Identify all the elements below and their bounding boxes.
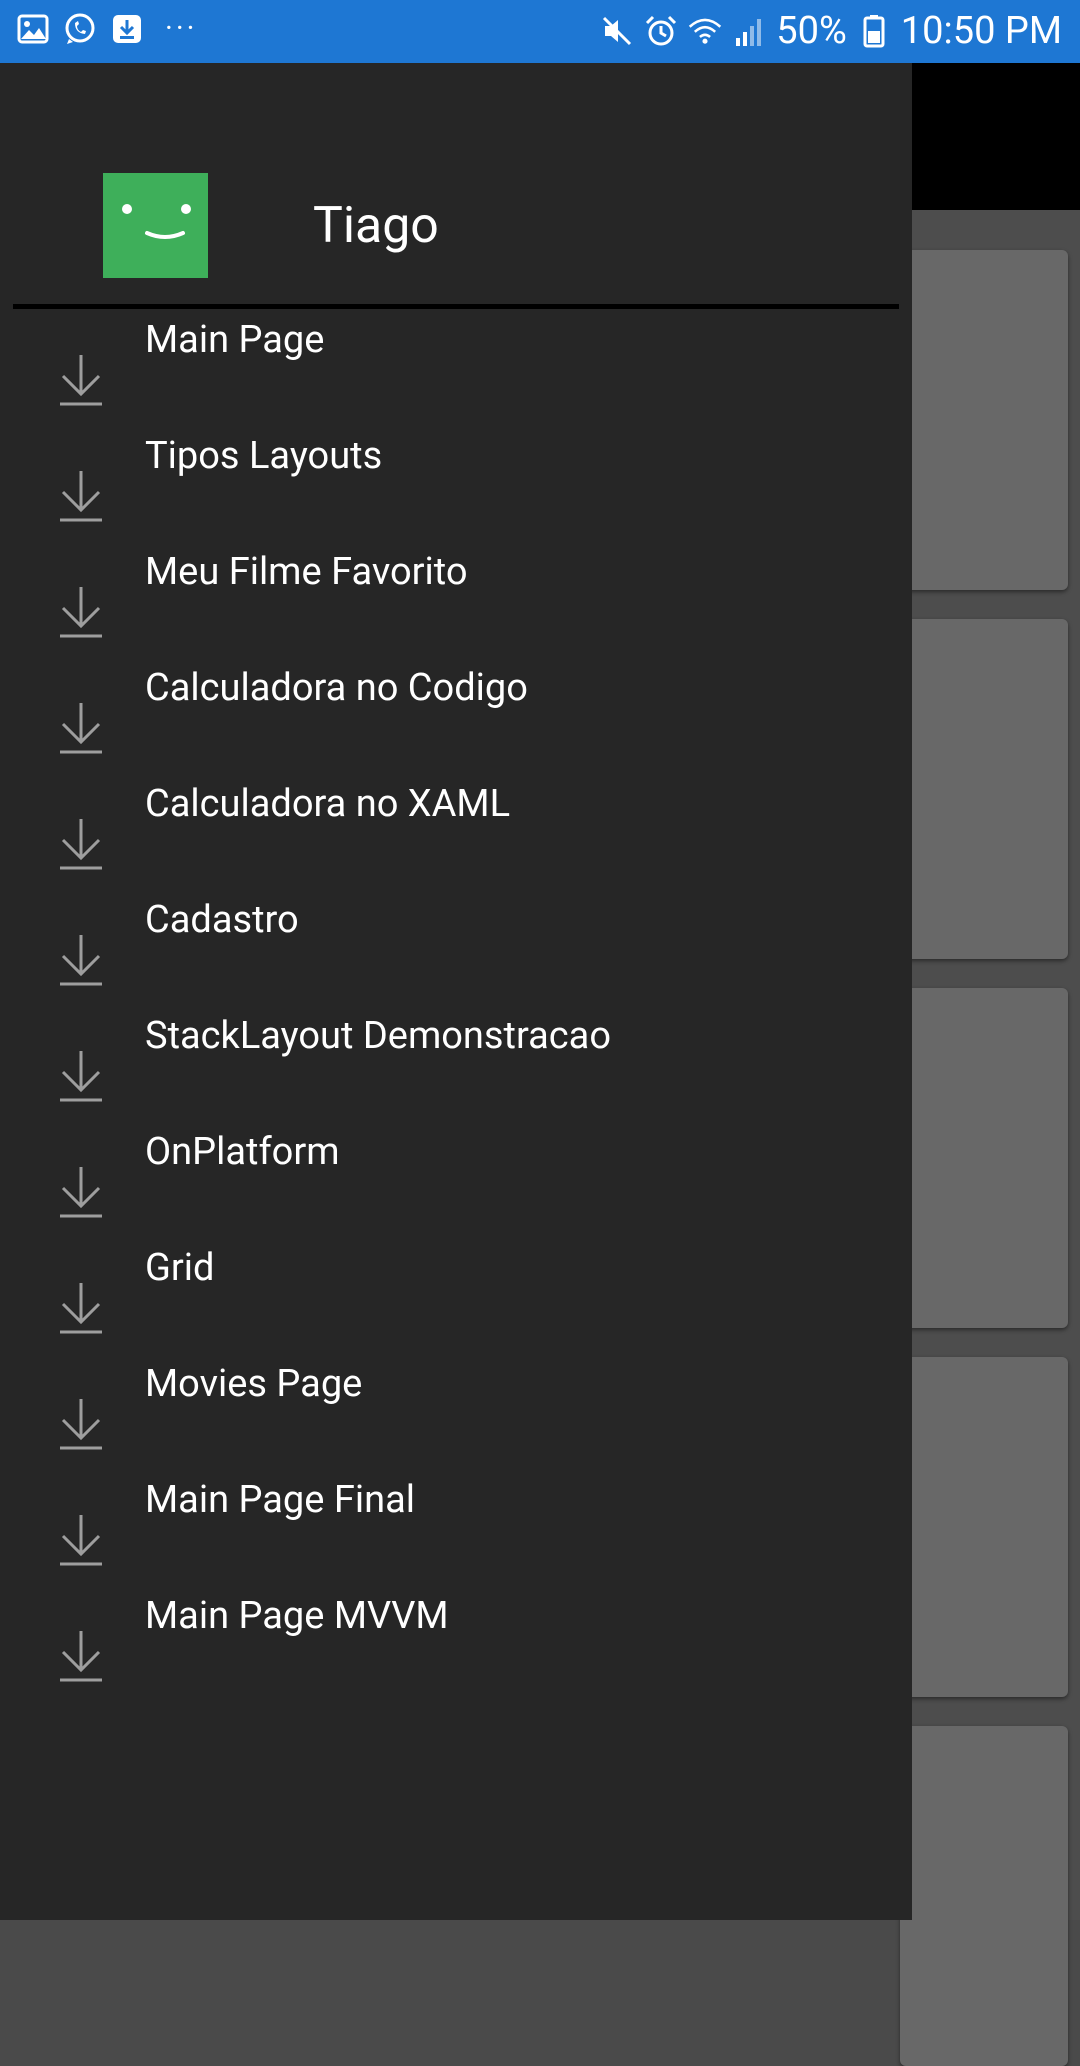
drawer-menu-item-label: OnPlatform [145,1130,340,1174]
system-icons: 50% 10:50 PM [600,10,1062,52]
drawer-menu-item-main-page-mvvm[interactable]: Main Page MVVM [0,1587,912,1703]
drawer-menu-item-label: Main Page Final [145,1478,415,1522]
download-arrow-icon [58,700,104,755]
drawer-menu-item-meu-filme-favorito[interactable]: Meu Filme Favorito [0,543,912,659]
gallery-icon [16,12,50,46]
download-arrow-icon [58,1396,104,1451]
clock: 10:50 PM [900,9,1062,53]
content-card[interactable] [900,1357,1068,1697]
drawer-menu-item-movies-page[interactable]: Movies Page [0,1355,912,1471]
drawer-menu-item-cadastro[interactable]: Cadastro [0,891,912,1007]
drawer-menu-item-label: Movies Page [145,1362,363,1406]
content-card[interactable] [900,1726,1068,2066]
drawer-menu-item-label: Calculadora no XAML [145,782,511,826]
download-arrow-icon [58,1512,104,1567]
drawer-menu-item-label: Tipos Layouts [145,434,383,478]
drawer-menu-item-label: Meu Filme Favorito [145,550,468,594]
wifi-icon [688,14,722,48]
drawer-menu-item-onplatform[interactable]: OnPlatform [0,1123,912,1239]
drawer-menu-item-label: Main Page [145,318,325,362]
whatsapp-icon [63,12,97,46]
navigation-drawer: Tiago Main Page Tipos Layouts Meu Filme … [0,63,912,1920]
download-arrow-icon [58,1164,104,1219]
notification-icons: ··· [16,12,198,46]
drawer-menu-item-tipos-layouts[interactable]: Tipos Layouts [0,427,912,543]
download-arrow-icon [58,468,104,523]
drawer-menu-item-label: Grid [145,1246,215,1290]
download-arrow-icon [58,1048,104,1103]
mute-icon [600,14,634,48]
content-card[interactable] [900,988,1068,1328]
drawer-menu-item-main-page[interactable]: Main Page [0,311,912,427]
status-bar: ··· 50% 10:50 PM [0,0,1080,63]
download-arrow-icon [58,1280,104,1335]
content-card[interactable] [900,619,1068,959]
battery-percent: 50% [776,9,847,53]
download-notification-icon [110,12,144,46]
drawer-menu-item-calculadora-no-codigo[interactable]: Calculadora no Codigo [0,659,912,775]
download-arrow-icon [58,816,104,871]
app-content [900,210,1080,2066]
drawer-header: Tiago [0,63,912,309]
drawer-menu-item-label: Cadastro [145,898,299,942]
drawer-menu-item-stacklayout-demonstracao[interactable]: StackLayout Demonstracao [0,1007,912,1123]
app-toolbar [900,63,1080,210]
drawer-menu-item-calculadora-no-xaml[interactable]: Calculadora no XAML [0,775,912,891]
drawer-menu-item-label: StackLayout Demonstracao [145,1014,612,1058]
drawer-menu: Main Page Tipos Layouts Meu Filme Favori… [0,311,912,1703]
drawer-menu-item-label: Main Page MVVM [145,1594,449,1638]
signal-icon [732,14,766,48]
smiley-avatar-icon [103,173,208,278]
content-card[interactable] [900,250,1068,590]
alarm-icon [644,14,678,48]
download-arrow-icon [58,932,104,987]
download-arrow-icon [58,584,104,639]
drawer-menu-item-label: Calculadora no Codigo [145,666,528,710]
user-name: Tiago [313,197,439,255]
drawer-menu-item-grid[interactable]: Grid [0,1239,912,1355]
drawer-menu-item-main-page-final[interactable]: Main Page Final [0,1471,912,1587]
battery-icon [857,14,891,48]
download-arrow-icon [58,1628,104,1683]
more-notifications-indicator: ··· [165,11,198,46]
download-arrow-icon [58,352,104,407]
